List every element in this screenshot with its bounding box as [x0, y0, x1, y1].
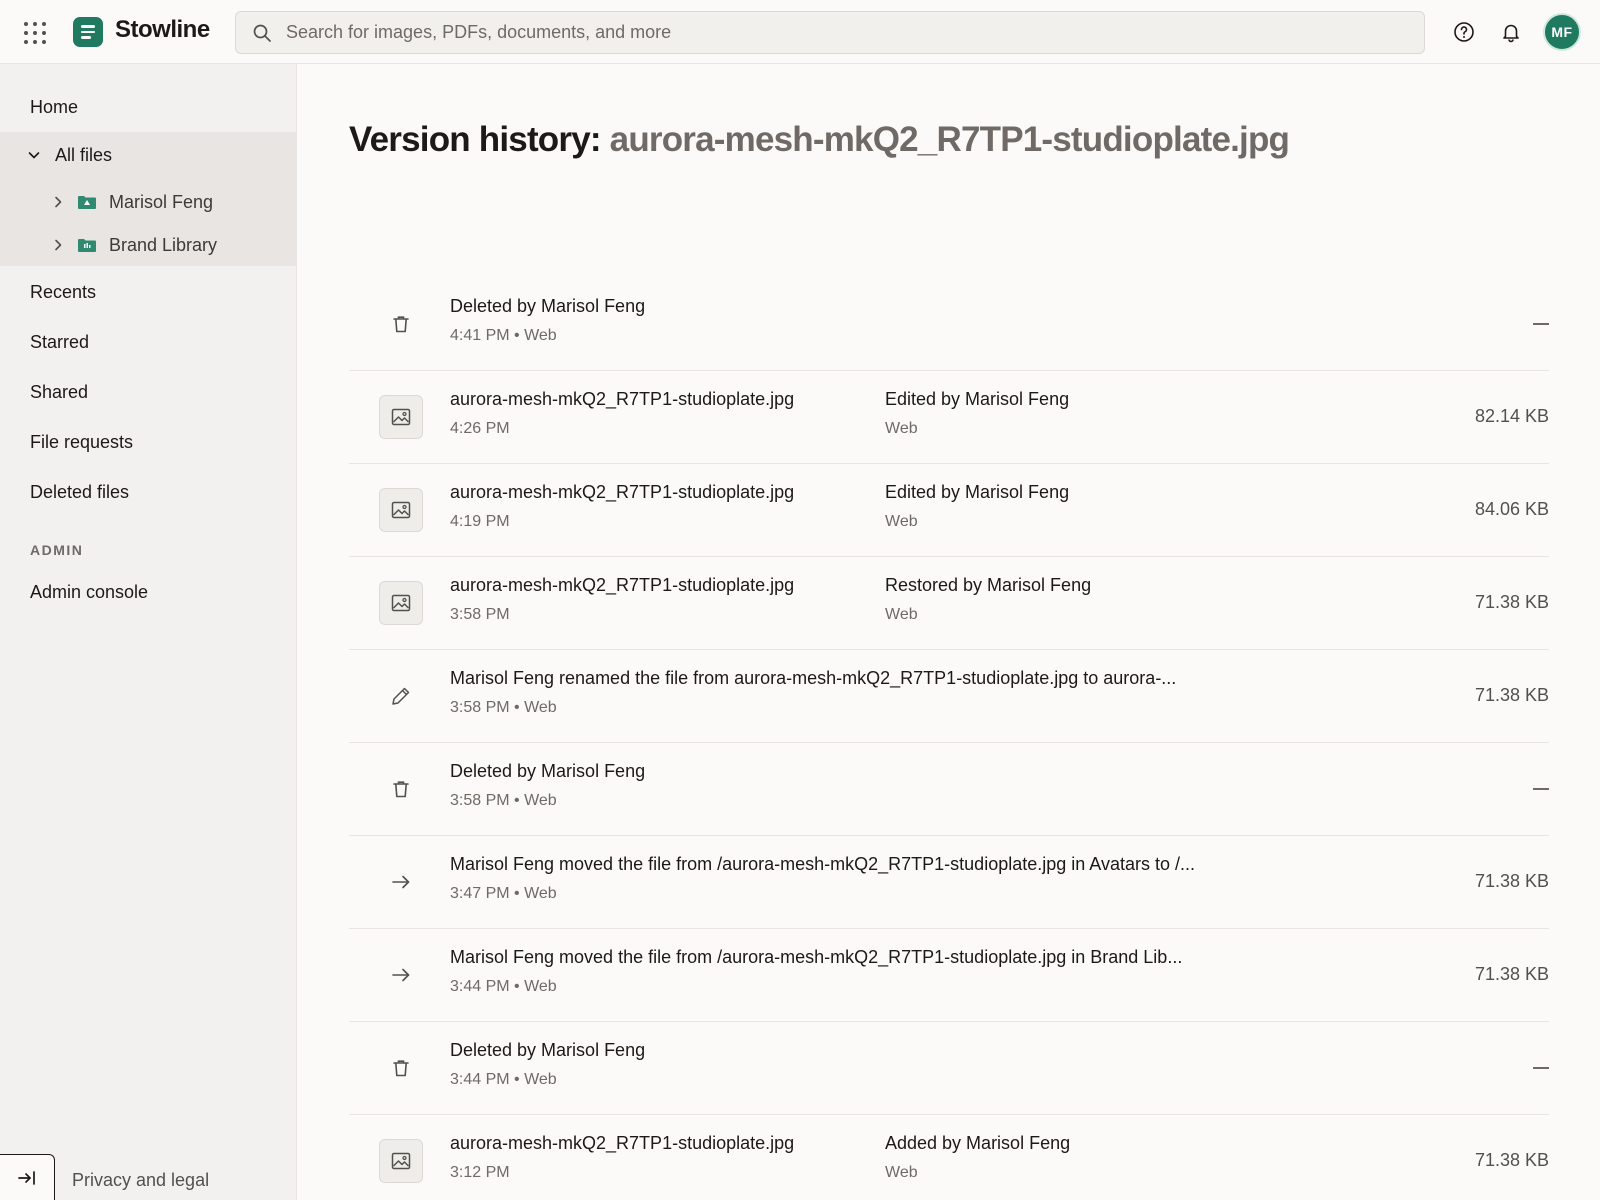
admin-section-label: ADMIN — [30, 542, 84, 558]
version-title: Marisol Feng renamed the file from auror… — [450, 668, 1177, 688]
version-row[interactable]: Deleted by Marisol Feng 4:41 PM • Web — [349, 278, 1549, 371]
version-time: 3:44 PM • Web — [450, 978, 557, 995]
version-action: Edited by Marisol Feng — [885, 389, 1070, 409]
trash-icon — [379, 1046, 423, 1090]
empty-size-dash — [1533, 323, 1549, 325]
version-size: 71.38 KB — [1474, 964, 1549, 984]
trash-icon — [379, 767, 423, 811]
folder-label: Brand Library — [109, 234, 218, 255]
version-row[interactable]: Deleted by Marisol Feng 3:44 PM • Web — [349, 1022, 1549, 1115]
search-input[interactable] — [286, 12, 1386, 53]
version-list: Deleted by Marisol Feng 4:41 PM • Web auro… — [349, 278, 1549, 1200]
top-bar: Stowline MF — [0, 0, 1600, 64]
version-row[interactable]: Marisol Feng renamed the file from auror… — [349, 650, 1549, 743]
version-action: Added by Marisol Feng — [885, 1133, 1071, 1153]
nav-deleted-files[interactable]: Deleted files — [0, 470, 296, 514]
trash-icon — [379, 302, 423, 346]
version-row[interactable]: aurora-mesh-mkQ2_R7TP1-studioplate.jpg 4:… — [349, 371, 1549, 464]
version-size: 71.38 KB — [1474, 685, 1549, 705]
image-icon — [379, 395, 423, 439]
help-icon[interactable] — [1452, 20, 1476, 44]
version-row[interactable]: aurora-mesh-mkQ2_R7TP1-studioplate.jpg 3:… — [349, 557, 1549, 650]
version-size: 71.38 KB — [1474, 1150, 1549, 1170]
version-action: Restored by Marisol Feng — [885, 575, 1092, 595]
version-time: 3:44 PM • Web — [450, 1071, 557, 1088]
version-time: 3:58 PM • Web — [450, 792, 557, 809]
nav-shared[interactable]: Shared — [0, 370, 296, 414]
version-row[interactable]: Marisol Feng moved the file from /aurora… — [349, 929, 1549, 1022]
main-content: Version history: aurora-mesh-mkQ2_R7TP1-… — [297, 64, 1600, 1200]
version-size: 71.38 KB — [1474, 871, 1549, 891]
page-title: Version history: aurora-mesh-mkQ2_R7TP1-… — [349, 120, 1290, 160]
version-size: 84.06 KB — [1474, 499, 1549, 519]
version-title[interactable]: aurora-mesh-mkQ2_R7TP1-studioplate.jpg — [450, 575, 794, 596]
all-files-group: All files Marisol Feng Brand Library — [0, 132, 296, 266]
sidebar: Home All files Marisol Feng Brand Librar… — [0, 64, 297, 1200]
user-avatar[interactable]: MF — [1543, 13, 1581, 51]
version-row[interactable]: Deleted by Marisol Feng 3:58 PM • Web — [349, 743, 1549, 836]
collapse-sidebar-icon — [18, 1170, 35, 1185]
nav-home[interactable]: Home — [0, 85, 296, 129]
bell-icon[interactable] — [1499, 20, 1523, 44]
page-title-filename: aurora-mesh-mkQ2_R7TP1-studioplate.jpg — [609, 120, 1290, 159]
version-time: 3:12 PM — [450, 1164, 510, 1181]
all-files-label: All files — [55, 144, 113, 165]
brand-logo-icon[interactable] — [73, 17, 103, 47]
folder-marisol-feng[interactable]: Marisol Feng — [0, 182, 296, 222]
team-folder-icon — [78, 239, 96, 252]
nav-recents[interactable]: Recents — [0, 270, 296, 314]
version-title: Deleted by Marisol Feng — [450, 296, 646, 316]
arrow-right-icon — [379, 860, 423, 904]
version-size: 82.14 KB — [1474, 406, 1549, 426]
arrow-right-icon — [379, 953, 423, 997]
nav-starred[interactable]: Starred — [0, 320, 296, 364]
folder-brand-library[interactable]: Brand Library — [0, 225, 296, 265]
version-title[interactable]: aurora-mesh-mkQ2_R7TP1-studioplate.jpg — [450, 389, 794, 410]
version-time: 4:19 PM — [450, 513, 510, 530]
image-icon — [379, 488, 423, 532]
empty-size-dash — [1533, 788, 1549, 790]
version-size: 71.38 KB — [1474, 592, 1549, 612]
version-source: Web — [885, 420, 918, 437]
chevron-right-icon[interactable] — [50, 237, 66, 253]
version-title[interactable]: aurora-mesh-mkQ2_R7TP1-studioplate.jpg — [450, 1133, 794, 1154]
image-icon — [379, 581, 423, 625]
nav-file-requests[interactable]: File requests — [0, 420, 296, 464]
version-title[interactable]: aurora-mesh-mkQ2_R7TP1-studioplate.jpg — [450, 482, 794, 503]
collapse-sidebar-button[interactable] — [0, 1154, 55, 1200]
version-row[interactable]: Marisol Feng moved the file from /aurora… — [349, 836, 1549, 929]
version-source: Web — [885, 513, 918, 530]
chevron-down-icon[interactable] — [26, 147, 42, 163]
version-row[interactable]: aurora-mesh-mkQ2_R7TP1-studioplate.jpg 4:… — [349, 464, 1549, 557]
version-action: Edited by Marisol Feng — [885, 482, 1070, 502]
version-row[interactable]: aurora-mesh-mkQ2_R7TP1-studioplate.jpg 3:… — [349, 1115, 1549, 1200]
version-time: 4:41 PM • Web — [450, 327, 557, 344]
version-source: Web — [885, 1164, 918, 1181]
brand-name[interactable]: Stowline — [115, 16, 210, 44]
version-title: Marisol Feng moved the file from /aurora… — [450, 947, 1183, 967]
search-bar[interactable] — [235, 11, 1425, 54]
privacy-legal-link[interactable]: Privacy and legal — [72, 1170, 209, 1191]
version-title: Deleted by Marisol Feng — [450, 761, 646, 781]
version-time: 3:58 PM — [450, 606, 510, 623]
version-time: 3:58 PM • Web — [450, 699, 557, 716]
folder-label: Marisol Feng — [109, 191, 214, 212]
version-source: Web — [885, 606, 918, 623]
version-title: Deleted by Marisol Feng — [450, 1040, 646, 1060]
nav-all-files[interactable]: All files — [0, 135, 296, 175]
app-grid-icon[interactable] — [22, 20, 48, 46]
version-time: 4:26 PM — [450, 420, 510, 437]
pencil-icon — [379, 674, 423, 718]
shared-folder-icon — [78, 196, 96, 209]
version-title: Marisol Feng moved the file from /aurora… — [450, 854, 1195, 874]
chevron-right-icon[interactable] — [50, 194, 66, 210]
nav-admin-console[interactable]: Admin console — [0, 570, 296, 614]
version-time: 3:47 PM • Web — [450, 885, 557, 902]
image-icon — [379, 1139, 423, 1183]
search-icon — [253, 24, 271, 42]
empty-size-dash — [1533, 1067, 1549, 1069]
page-title-prefix: Version history: — [349, 120, 602, 159]
